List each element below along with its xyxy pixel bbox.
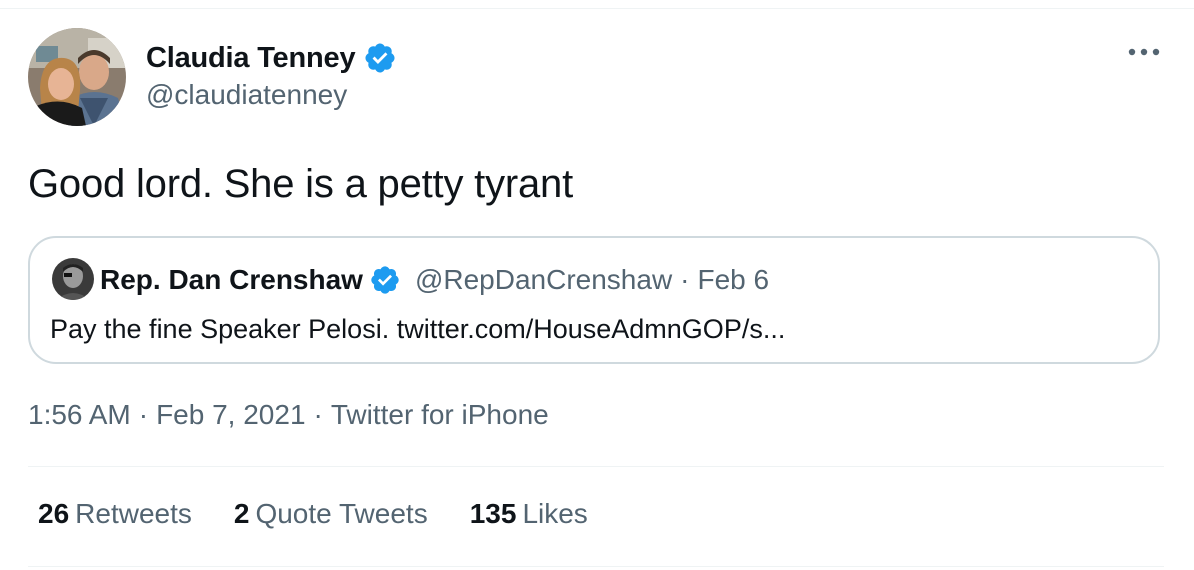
verified-badge-icon: [363, 41, 397, 75]
likes-stat[interactable]: 135 Likes: [470, 498, 588, 530]
tweet-text: Good lord. She is a petty tyrant: [28, 162, 574, 206]
tweet-meta: 1:56 AM · Feb 7, 2021 · Twitter for iPhone: [28, 399, 549, 431]
retweets-count: 26: [38, 498, 70, 529]
quoted-author-handle: @RepDanCrenshaw: [414, 264, 673, 295]
author-avatar[interactable]: [28, 28, 126, 126]
author-display-name[interactable]: Claudia Tenney: [146, 42, 356, 75]
retweets-stat[interactable]: 26 Retweets: [38, 498, 192, 530]
quote-tweets-label: Quote Tweets: [255, 498, 428, 529]
tweet-source-link[interactable]: Twitter for iPhone: [331, 399, 549, 430]
quoted-tweet-header: Rep. Dan Crenshaw @RepDanCrenshaw · Feb …: [100, 260, 769, 300]
quoted-tweet-card[interactable]: Rep. Dan Crenshaw @RepDanCrenshaw · Feb …: [28, 236, 1160, 364]
tweet-time-link[interactable]: 1:56 AM: [28, 399, 131, 430]
verified-badge-icon: [369, 264, 401, 296]
author-name-row: Claudia Tenney: [146, 40, 397, 76]
author-handle[interactable]: @claudiatenney: [146, 79, 347, 111]
quoted-tweet-text: Pay the fine Speaker Pelosi. twitter.com…: [50, 314, 786, 344]
divider: [28, 566, 1164, 567]
quoted-author-display-name: Rep. Dan Crenshaw: [100, 264, 363, 295]
quote-tweets-count: 2: [233, 498, 250, 529]
quote-tweets-stat[interactable]: 2 Quote Tweets: [234, 498, 428, 530]
likes-count: 135: [469, 498, 517, 529]
likes-label: Likes: [522, 498, 588, 529]
quoted-author-avatar[interactable]: [52, 258, 94, 300]
quoted-tweet-date: Feb 6: [697, 264, 770, 295]
divider: [28, 466, 1164, 467]
separator-dot: ·: [680, 264, 690, 295]
more-options-button[interactable]: [1124, 38, 1164, 68]
engagement-stats: 26 Retweets 2 Quote Tweets 135 Likes: [38, 498, 630, 530]
top-divider: [0, 8, 1194, 9]
separator-dot: ·: [138, 399, 149, 430]
retweets-label: Retweets: [75, 498, 192, 529]
separator-dot: ·: [313, 399, 323, 430]
tweet-date-link[interactable]: Feb 7, 2021: [156, 399, 305, 430]
more-options-icon: [1127, 44, 1161, 62]
